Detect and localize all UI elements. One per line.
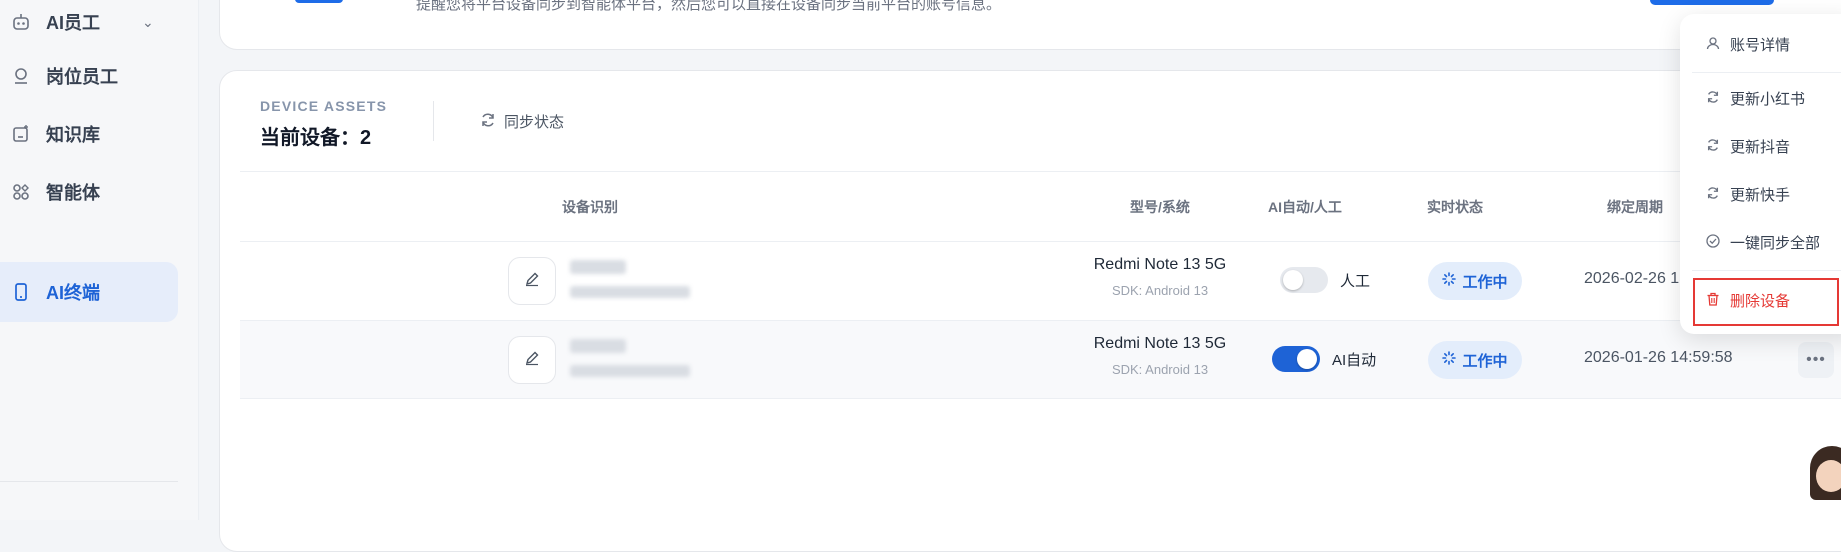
menu-item-label: 更新快手	[1730, 187, 1791, 204]
device-name-redacted	[570, 260, 626, 274]
menu-divider	[1692, 270, 1841, 271]
check-circle-icon	[1706, 233, 1720, 252]
spinner-icon	[1442, 351, 1457, 369]
sidebar-item-post-staff[interactable]: 岗位员工	[0, 46, 178, 106]
table-row[interactable]: Redmi Note 13 5G SDK: Android 13 AI自动 工作…	[240, 321, 1841, 399]
sidebar-item-ai-staff[interactable]: AI员工 ⌄	[0, 0, 178, 52]
toggle-knob	[1283, 270, 1303, 290]
pencil-icon	[524, 350, 540, 371]
sidebar-item-label: 智能体	[46, 183, 100, 203]
device-serial-redacted	[570, 286, 690, 298]
toggle-knob	[1297, 349, 1317, 369]
bind-date: 2026-01-26 14:59:58	[1584, 349, 1733, 366]
table-row[interactable]: Redmi Note 13 5G SDK: Android 13 人工 工作中 …	[240, 242, 1841, 320]
assistant-avatar[interactable]	[1810, 446, 1841, 500]
menu-item-update-xiaohongshu[interactable]: 更新小红书	[1706, 88, 1805, 109]
menu-item-label: 更新抖音	[1730, 139, 1791, 156]
device-model: Redmi Note 13 5G	[1093, 335, 1227, 352]
menu-item-update-kuaishou[interactable]: 更新快手	[1706, 184, 1790, 205]
row-border	[240, 398, 1841, 399]
status-badge: 工作中	[1428, 262, 1522, 300]
menu-item-delete-device[interactable]: 删除设备	[1706, 290, 1790, 311]
chevron-down-icon: ⌄	[142, 13, 154, 30]
edit-device-button[interactable]	[508, 336, 556, 384]
sidebar-item-knowledge-base[interactable]: 知识库	[0, 104, 178, 164]
top-banner-card: 提醒您将平台设备同步到智能体平台，然后您可以直接在设备同步当前平台的账号信息。	[219, 0, 1841, 50]
ai-mode-toggle[interactable]	[1272, 346, 1320, 372]
sidebar-item-label: AI终端	[46, 283, 100, 303]
device-sdk: SDK: Android 13	[1111, 283, 1209, 298]
pencil-icon	[524, 271, 540, 292]
edit-device-button[interactable]	[508, 257, 556, 305]
menu-item-label: 删除设备	[1730, 293, 1791, 310]
device-sdk: SDK: Android 13	[1111, 362, 1209, 377]
refresh-icon	[1706, 138, 1720, 156]
phone-icon	[10, 281, 32, 303]
banner-icon	[295, 0, 343, 3]
device-actions-menu: 账号详情 更新小红书 更新抖音 更新快手 一键同步全部 删除设备	[1680, 14, 1841, 334]
refresh-icon	[480, 112, 496, 132]
current-devices-count: 当前设备：2	[260, 127, 372, 149]
menu-item-account-details[interactable]: 账号详情	[1706, 34, 1790, 55]
menu-item-label: 更新小红书	[1730, 91, 1806, 108]
mode-label: 人工	[1340, 273, 1371, 290]
sidebar-item-label: 岗位员工	[46, 67, 118, 87]
menu-item-label: 一键同步全部	[1730, 235, 1821, 252]
mode-label: AI自动	[1332, 352, 1377, 369]
device-assets-card: DEVICE ASSETS 当前设备：2 同步状态 设备识别 型号/系统 AI自…	[219, 70, 1841, 552]
column-header-ai-mode: AI自动/人工	[1268, 199, 1342, 215]
header-divider	[433, 101, 434, 141]
more-actions-button[interactable]: •••	[1798, 342, 1834, 378]
agent-apps-icon	[10, 181, 32, 203]
sync-status-label: 同步状态	[504, 114, 565, 131]
sidebar-item-ai-terminal[interactable]: AI终端	[0, 262, 178, 322]
avatar-face	[1816, 460, 1841, 492]
user-icon	[1706, 36, 1720, 54]
table-top-border	[240, 171, 1841, 172]
status-badge: 工作中	[1428, 341, 1522, 379]
device-model: Redmi Note 13 5G	[1093, 256, 1227, 273]
robot-icon	[10, 11, 32, 33]
menu-item-sync-all[interactable]: 一键同步全部	[1706, 232, 1820, 253]
column-header-device-id: 设备识别	[562, 199, 618, 215]
menu-item-label: 账号详情	[1730, 37, 1791, 54]
trash-icon	[1706, 292, 1720, 310]
sync-status-button[interactable]: 同步状态	[480, 111, 564, 132]
bind-date: 2026-02-26 13:	[1584, 270, 1693, 287]
sidebar-divider	[0, 481, 178, 482]
section-eyebrow: DEVICE ASSETS	[260, 98, 388, 114]
device-name-redacted	[570, 339, 626, 353]
status-label: 工作中	[1462, 273, 1508, 291]
refresh-icon	[1706, 186, 1720, 204]
status-label: 工作中	[1462, 352, 1508, 370]
user-icon	[10, 65, 32, 87]
spinner-icon	[1442, 272, 1457, 290]
column-header-status: 实时状态	[1427, 199, 1483, 215]
banner-text: 提醒您将平台设备同步到智能体平台，然后您可以直接在设备同步当前平台的账号信息。	[416, 0, 1002, 13]
more-horizontal-icon: •••	[1806, 351, 1826, 368]
menu-divider	[1692, 72, 1841, 73]
sidebar: AI员工 ⌄ 岗位员工 知识库 智能体 AI终端	[0, 0, 199, 520]
sidebar-item-label: 知识库	[46, 125, 100, 145]
ai-mode-toggle[interactable]	[1280, 267, 1328, 293]
menu-item-update-douyin[interactable]: 更新抖音	[1706, 136, 1790, 157]
sidebar-item-agents[interactable]: 智能体	[0, 162, 178, 222]
knowledge-base-icon	[10, 123, 32, 145]
banner-action-button[interactable]	[1650, 0, 1774, 5]
refresh-icon	[1706, 90, 1720, 108]
sidebar-item-label: AI员工	[46, 13, 100, 33]
column-header-model: 型号/系统	[1130, 199, 1190, 215]
device-serial-redacted	[570, 365, 690, 377]
